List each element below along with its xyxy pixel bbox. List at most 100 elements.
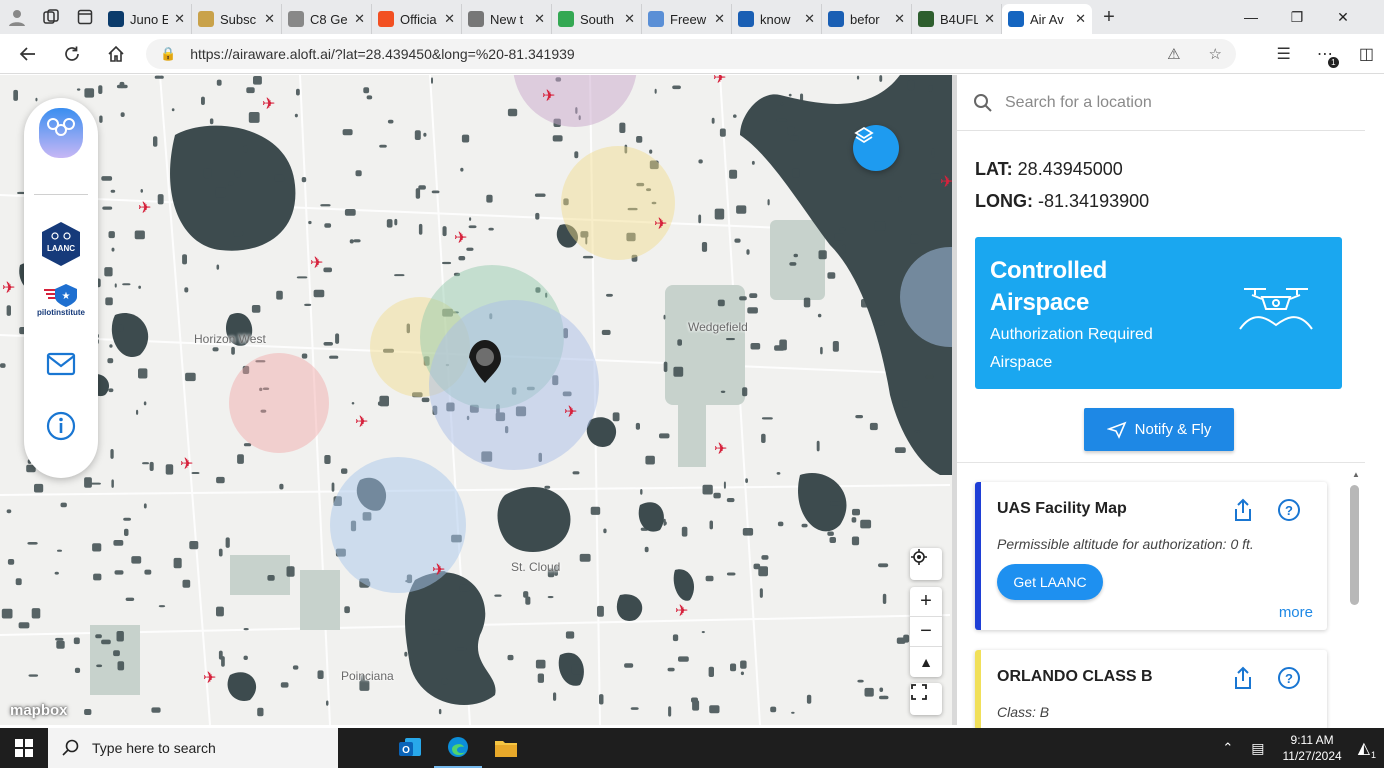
- long-value: -81.34193900: [1038, 191, 1150, 211]
- browser-tab[interactable]: B4UFL ✕: [912, 4, 1002, 34]
- card-description: Permissible altitude for authorization: …: [997, 536, 1254, 552]
- tab-title: B4UFL: [940, 11, 979, 27]
- scroll-up-arrow[interactable]: ▲: [1352, 470, 1360, 479]
- browser-tab[interactable]: Air Av ✕: [1002, 4, 1092, 34]
- close-tab-icon[interactable]: ✕: [534, 11, 545, 27]
- svg-text:✈: ✈: [310, 253, 323, 272]
- favorite-star-icon[interactable]: ☆: [1209, 45, 1222, 63]
- tab-title: South: [580, 11, 614, 27]
- file-explorer-icon[interactable]: [482, 728, 530, 768]
- panel-scrollbar[interactable]: [1350, 485, 1359, 605]
- outlook-app-icon[interactable]: O: [386, 728, 434, 768]
- mapbox-attribution[interactable]: mapbox: [10, 702, 68, 719]
- browser-tab[interactable]: know ✕: [732, 4, 822, 34]
- fullscreen-button[interactable]: [910, 683, 942, 715]
- close-tab-icon[interactable]: ✕: [714, 11, 725, 27]
- back-button[interactable]: [6, 34, 50, 74]
- svg-text:✈: ✈: [262, 94, 275, 113]
- close-tab-icon[interactable]: ✕: [984, 11, 995, 27]
- minimize-button[interactable]: —: [1228, 0, 1274, 34]
- svg-text:?: ?: [1285, 503, 1293, 518]
- close-tab-icon[interactable]: ✕: [804, 11, 815, 27]
- lat-value: 28.43945000: [1017, 159, 1123, 179]
- refresh-button[interactable]: [50, 34, 94, 74]
- url-field[interactable]: 🔒 https://airaware.aloft.ai/?lat=28.4394…: [146, 39, 1236, 69]
- close-window-button[interactable]: ✕: [1320, 0, 1366, 34]
- svg-text:✈: ✈: [203, 668, 216, 687]
- compass-button[interactable]: ▲: [910, 647, 942, 677]
- svg-text:O: O: [402, 745, 410, 756]
- svg-text:✈: ✈: [675, 601, 688, 620]
- network-icon[interactable]: ▤: [1251, 740, 1264, 757]
- home-button[interactable]: [94, 34, 138, 74]
- notify-fly-button[interactable]: Notify & Fly: [1084, 408, 1234, 451]
- svg-text:✈: ✈: [2, 278, 15, 297]
- help-icon[interactable]: ?: [1277, 498, 1301, 522]
- edge-app-icon[interactable]: [434, 728, 482, 768]
- dock-divider: [34, 194, 88, 195]
- map-layer: ✈ ✈ ✈ ✈ ✈ ✈ ✈ ✈ ✈ ✈ ✈ ✈ ✈ ✈ ✈ ✈: [0, 75, 952, 725]
- close-tab-icon[interactable]: ✕: [894, 11, 905, 27]
- browser-tab[interactable]: Subsc ✕: [192, 4, 282, 34]
- taskbar-search[interactable]: Type here to search: [48, 728, 338, 768]
- close-tab-icon[interactable]: ✕: [1075, 11, 1086, 27]
- tab-title: Subsc: [220, 11, 257, 27]
- tray-overflow-icon[interactable]: ⌃: [1222, 740, 1233, 756]
- tab-actions-icon[interactable]: [68, 0, 102, 34]
- more-link[interactable]: more: [1279, 604, 1313, 621]
- taskbar-clock[interactable]: 9:11 AM 11/27/2024: [1283, 732, 1342, 764]
- search-icon: [738, 11, 754, 27]
- windows-logo-icon: [15, 739, 33, 757]
- airspace-panel: Search for a location LAT: 28.43945000 L…: [952, 75, 1365, 730]
- start-button[interactable]: [0, 728, 48, 768]
- browser-tab[interactable]: New t ✕: [462, 4, 552, 34]
- help-icon[interactable]: ?: [1277, 666, 1301, 690]
- extensions-icon[interactable]: ⋯ 1: [1317, 44, 1339, 68]
- browser-tab[interactable]: Freew ✕: [642, 4, 732, 34]
- browser-tab[interactable]: befor ✕: [822, 4, 912, 34]
- clock-date: 11/27/2024: [1282, 749, 1342, 763]
- zoom-in-button[interactable]: +: [910, 587, 942, 617]
- browser-tab[interactable]: South ✕: [552, 4, 642, 34]
- get-laanc-button[interactable]: Get LAANC: [997, 564, 1103, 600]
- status-subtitle: Authorization Required Airspace: [990, 326, 1153, 371]
- browser-tab[interactable]: C8 Ge ✕: [282, 4, 372, 34]
- tracking-prevention-icon[interactable]: ⚠: [1167, 45, 1180, 63]
- share-icon[interactable]: [1233, 666, 1253, 690]
- zoom-out-button[interactable]: −: [910, 617, 942, 647]
- favorites-icon[interactable]: ☰: [1277, 44, 1291, 64]
- profile-icon[interactable]: [0, 0, 34, 34]
- workspaces-icon[interactable]: [34, 0, 68, 34]
- drone-icon: [1239, 288, 1313, 330]
- lock-icon[interactable]: 🔒: [160, 46, 176, 62]
- location-search[interactable]: Search for a location: [957, 75, 1365, 131]
- tab-title: Air Av: [1030, 11, 1064, 27]
- microsoft-icon: [378, 11, 394, 27]
- tab-title: Juno E: [130, 11, 169, 27]
- mail-button[interactable]: [24, 352, 98, 376]
- info-button[interactable]: [24, 411, 98, 441]
- close-tab-icon[interactable]: ✕: [624, 11, 635, 27]
- close-tab-icon[interactable]: ✕: [444, 11, 455, 27]
- pilot-institute-link[interactable]: ★ pilotinstitute: [24, 282, 98, 317]
- browser-tab[interactable]: Officia ✕: [372, 4, 462, 34]
- map-canvas[interactable]: ✈ ✈ ✈ ✈ ✈ ✈ ✈ ✈ ✈ ✈ ✈ ✈ ✈ ✈ ✈ ✈ Horizon West Wedge…: [0, 75, 952, 725]
- sidebar-toggle-icon[interactable]: ◫: [1359, 44, 1374, 64]
- close-tab-icon[interactable]: ✕: [354, 11, 365, 27]
- close-tab-icon[interactable]: ✕: [174, 11, 185, 27]
- close-tab-icon[interactable]: ✕: [264, 11, 275, 27]
- browser-tab[interactable]: Juno E ✕: [102, 4, 192, 34]
- share-icon[interactable]: [1233, 498, 1253, 522]
- aloft-logo[interactable]: [24, 106, 98, 160]
- laanc-badge[interactable]: LAANC: [24, 220, 98, 268]
- status-title: Controlled Airspace: [990, 257, 1107, 316]
- notifications-icon[interactable]: ◭ 1: [1358, 738, 1376, 760]
- airspace-status-card: Controlled Airspace Authorization Requir…: [975, 237, 1342, 389]
- svg-text:✈: ✈: [654, 214, 667, 233]
- svg-text:✈: ✈: [355, 412, 368, 431]
- locate-me-button[interactable]: [910, 548, 942, 580]
- layers-button[interactable]: [853, 125, 899, 171]
- restore-button[interactable]: ❐: [1274, 0, 1320, 34]
- map-label-st-cloud: St. Cloud: [511, 560, 561, 574]
- new-tab-button[interactable]: +: [1092, 6, 1126, 29]
